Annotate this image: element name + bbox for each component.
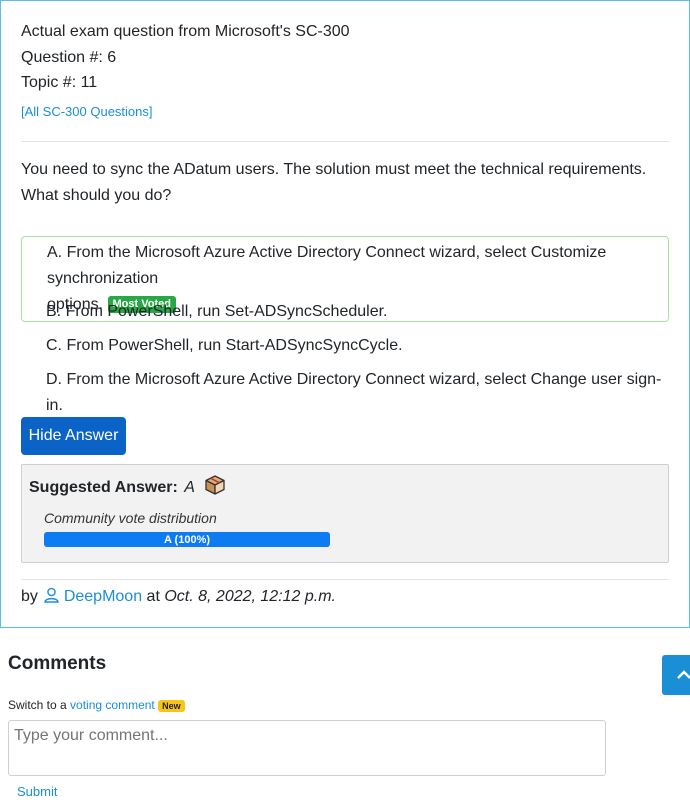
scroll-top-button[interactable] (662, 655, 690, 695)
suggested-answer-value: A (184, 479, 195, 496)
question-card: Actual exam question from Microsoft's SC… (0, 0, 690, 628)
choice-letter: B. (46, 303, 62, 320)
answer-box: Suggested Answer: A Community vote distr… (21, 464, 669, 563)
topic-number: Topic #: 11 (21, 74, 98, 91)
choice-letter: A. (47, 244, 63, 261)
vote-progress-bar: A (100%) (44, 532, 330, 547)
question-number: Question #: 6 (21, 49, 117, 66)
post-meta: by DeepMoon at Oct. 8, 2022, 12:12 p.m. (21, 587, 336, 608)
hide-answer-button[interactable]: Hide Answer (21, 417, 126, 455)
choice-text: From the Microsoft Azure Active Director… (46, 371, 662, 414)
at-label: at (146, 588, 160, 605)
by-label: by (21, 588, 38, 605)
question-prompt: What should you do? (21, 187, 172, 204)
choice-text: From the Microsoft Azure Active Director… (47, 244, 607, 287)
author-link[interactable]: DeepMoon (64, 588, 142, 605)
submit-button[interactable]: Submit (17, 784, 57, 799)
question-text: You need to sync the ADatum users. The s… (21, 161, 647, 178)
suggested-answer-label: Suggested Answer: (29, 479, 178, 496)
comments-heading: Comments (8, 653, 107, 674)
choice-c[interactable]: C. From PowerShell, run Start-ADSyncSync… (21, 333, 666, 359)
switch-prefix: Switch to a (8, 698, 67, 712)
user-icon (44, 587, 60, 608)
voting-comment-link[interactable]: voting comment (70, 698, 155, 712)
all-questions-link[interactable]: [All SC-300 Questions] (21, 104, 153, 119)
box-icon[interactable] (205, 475, 225, 500)
new-badge: New (158, 699, 185, 712)
choice-b[interactable]: B. From PowerShell, run Set-ADSyncSchedu… (21, 299, 666, 325)
choice-letter: C. (46, 337, 62, 354)
comment-input[interactable] (8, 720, 606, 776)
chevron-up-icon (677, 670, 690, 679)
choice-d[interactable]: D. From the Microsoft Azure Active Direc… (21, 367, 666, 419)
exam-title: Actual exam question from Microsoft's SC… (21, 23, 350, 40)
post-date: Oct. 8, 2022, 12:12 p.m. (164, 588, 336, 605)
switch-voting-row: Switch to a voting comment New (8, 698, 185, 712)
vote-distribution-label: Community vote distribution (44, 510, 217, 526)
suggested-answer: Suggested Answer: A (29, 475, 225, 500)
divider (21, 141, 669, 142)
choice-text: From PowerShell, run Start-ADSyncSyncCyc… (66, 337, 403, 354)
choice-text: From PowerShell, run Set-ADSyncScheduler… (65, 303, 388, 320)
vote-progress-fill: A (100%) (44, 532, 330, 547)
divider (21, 579, 669, 580)
choice-letter: D. (46, 371, 62, 388)
